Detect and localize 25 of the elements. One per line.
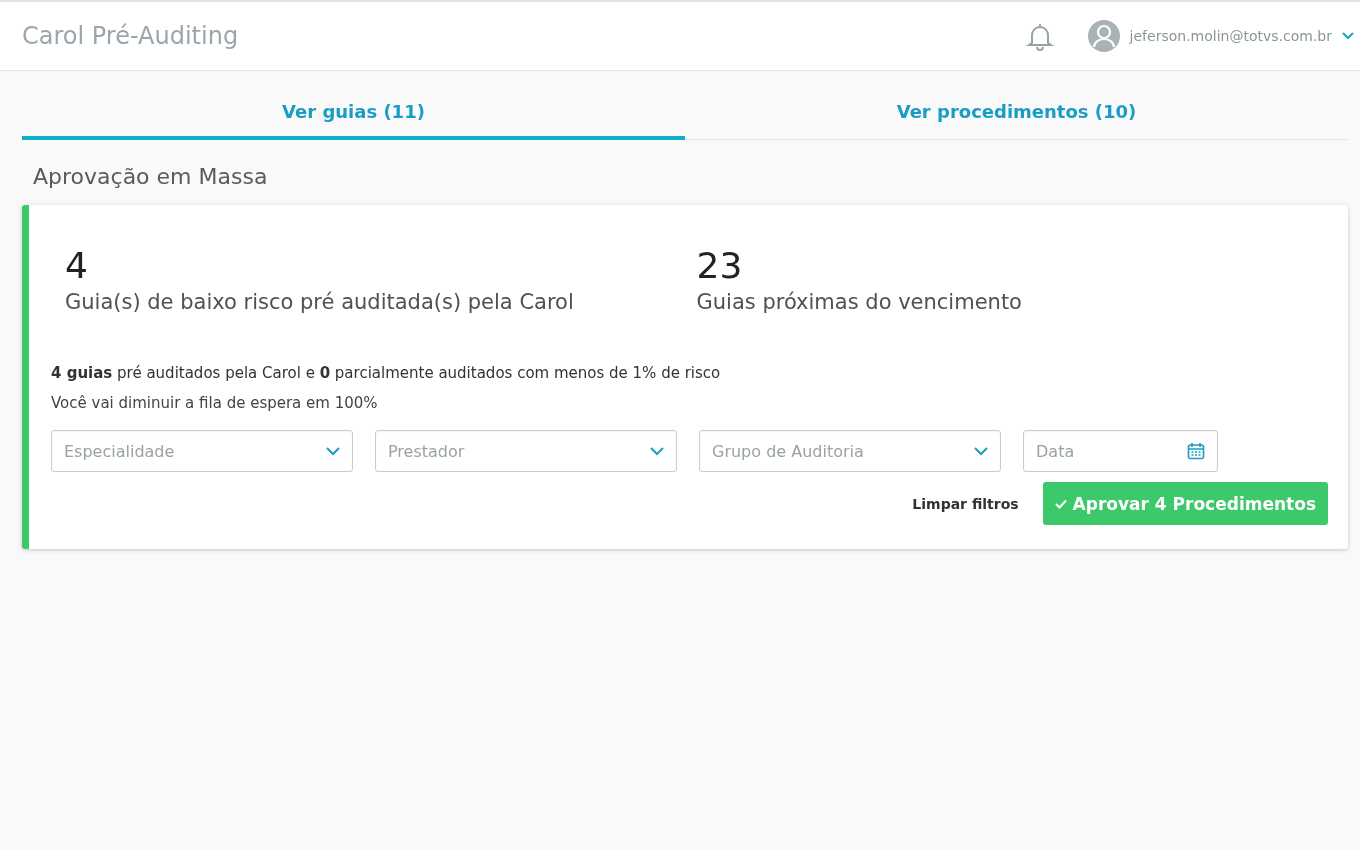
dropdown-field[interactable]: Especialidade bbox=[51, 430, 353, 472]
stat-value: 23 bbox=[696, 245, 744, 286]
stat-value: 4 bbox=[65, 245, 89, 286]
dropdown-field[interactable]: Prestador bbox=[375, 430, 677, 472]
dropdown-field[interactable]: Grupo de Auditoria bbox=[699, 430, 1001, 472]
date-field[interactable]: Data bbox=[1023, 430, 1218, 472]
tab[interactable]: Ver procedimentos (10) bbox=[685, 89, 1348, 140]
user-avatar-icon[interactable] bbox=[1087, 20, 1120, 52]
checkmark-icon bbox=[1054, 498, 1067, 509]
stat-label: Guias próximas do vencimento bbox=[696, 290, 1023, 314]
stat-label: Guia(s) de baixo risco pré auditada(s) pela Carol bbox=[65, 290, 575, 314]
app-title: Carol Pré-Auditing bbox=[22, 22, 240, 50]
queue-note: Você vai diminuir a fila de espera em 100% bbox=[51, 394, 379, 412]
chevron-down-icon bbox=[650, 446, 664, 456]
summary-text: 4 guias pré auditados pela Carol e 0 parcialmente auditados com menos de 1% de risco bbox=[51, 364, 722, 382]
calendar-icon bbox=[1187, 442, 1205, 460]
chevron-down-icon[interactable] bbox=[1342, 32, 1354, 40]
notification-bell-icon[interactable] bbox=[1025, 21, 1054, 51]
clear-filters-link[interactable]: Limpar filtros bbox=[906, 494, 1025, 513]
section-title: Aprovação em Massa bbox=[33, 164, 269, 189]
chevron-down-icon bbox=[974, 446, 988, 456]
user-email[interactable]: jeferson.molin@totvs.com.br bbox=[1129, 28, 1332, 44]
chevron-down-icon bbox=[326, 446, 340, 456]
approve-button[interactable]: Aprovar 4 Procedimentos bbox=[1042, 482, 1328, 525]
tab[interactable]: Ver guias (11) bbox=[22, 89, 685, 140]
